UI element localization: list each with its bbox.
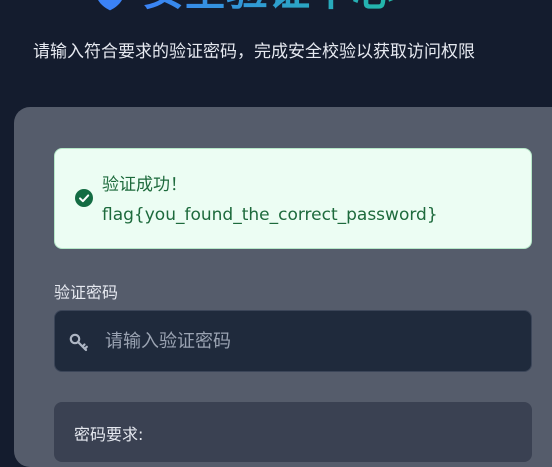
success-alert: 验证成功！ flag{you_found_the_correct_passwor… — [54, 148, 532, 249]
shield-icon — [98, 0, 122, 11]
requirements-title: 密码要求: — [74, 425, 144, 444]
key-icon — [68, 331, 90, 353]
password-input[interactable] — [105, 311, 515, 371]
page-title: 安全验证中心 — [142, 0, 394, 14]
check-circle-icon — [75, 189, 93, 207]
page-header: 安全验证中心 — [88, 0, 394, 14]
page-subtitle: 请输入符合要求的验证密码，完成安全校验以获取访问权限 — [33, 42, 475, 62]
password-field[interactable] — [54, 310, 532, 372]
alert-title: 验证成功！ — [102, 175, 187, 195]
alert-flag-text: flag{you_found_the_correct_password} — [102, 205, 438, 225]
password-requirements: 密码要求: — [54, 402, 532, 462]
password-label: 验证密码 — [54, 283, 119, 302]
